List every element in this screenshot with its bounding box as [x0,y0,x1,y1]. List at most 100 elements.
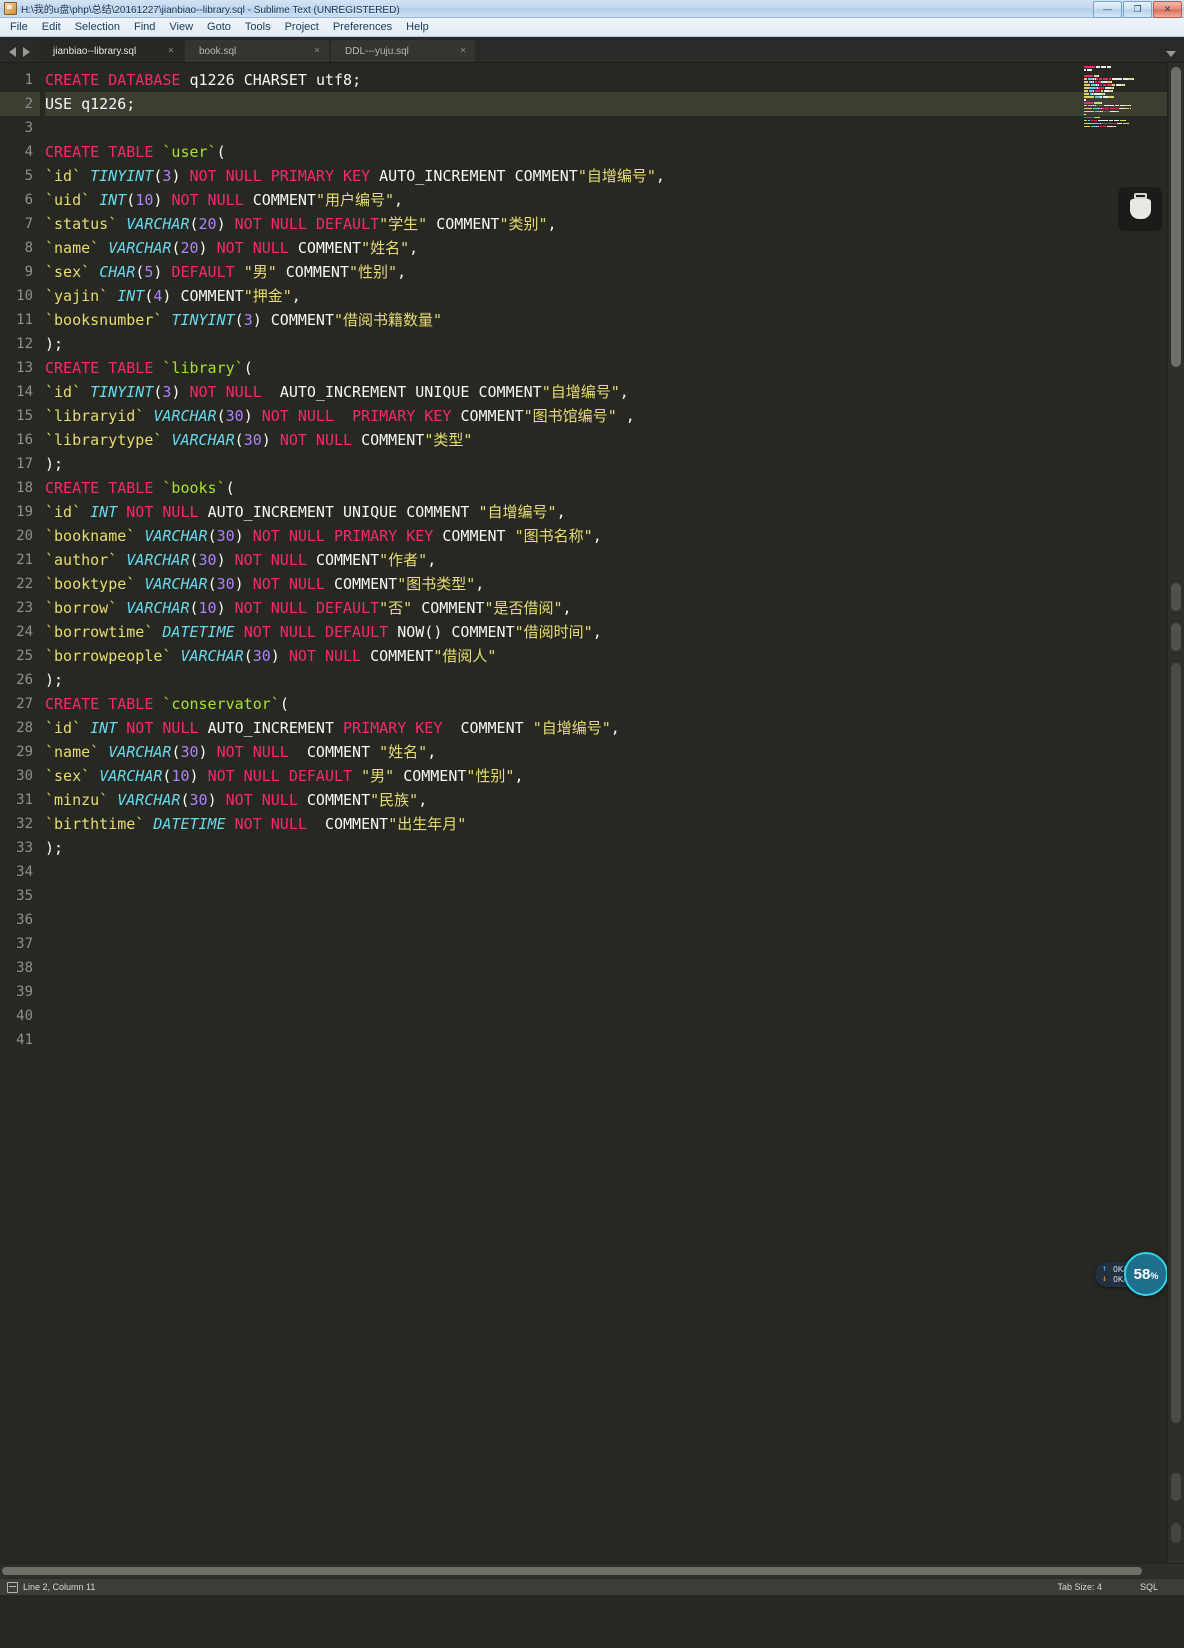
line-number: 11 [16,312,33,328]
menu-find[interactable]: Find [127,20,162,34]
tab-prev-icon[interactable] [9,47,16,57]
app-icon [4,2,17,15]
tab-close-icon[interactable]: × [314,46,320,57]
minimap-token [1132,77,1134,80]
line-number: 28 [16,720,33,736]
code-line: CREATE TABLE `books`( [45,479,235,497]
line-number: 33 [16,840,33,856]
tab-book-sql[interactable]: book.sql × [185,40,329,62]
minimap-token [1090,68,1092,71]
code-line: `borrowpeople` VARCHAR(30) NOT NULL COMM… [45,647,497,665]
network-speed-widget[interactable]: ↑ 0K/s ↓ 0K/s 58% [1094,1252,1168,1296]
minimap-token [1111,80,1112,83]
minimap-line [1084,110,1156,113]
minimap-line [1084,83,1156,86]
code-line: `name` VARCHAR(20) NOT NULL COMMENT"姓名", [45,239,419,257]
minimap-token [1113,86,1114,89]
menu-selection[interactable]: Selection [68,20,127,34]
minimap-token [1127,122,1129,125]
minimap-line [1084,86,1156,89]
minimap-line [1084,74,1156,77]
menu-edit[interactable]: Edit [35,20,68,34]
code-line: `id` TINYINT(3) NOT NULL PRIMARY KEY AUT… [45,167,665,185]
tab-close-icon[interactable]: × [460,46,466,57]
minimap-token [1084,107,1093,110]
cursor-position: Line 2, Column 11 [23,1582,96,1592]
line-number: 37 [16,936,33,952]
minimap-line [1084,72,1156,74]
code-line: `booksnumber` TINYINT(3) COMMENT"借阅书籍数量" [45,311,443,329]
minimap-line [1084,66,1156,68]
minimap-token [1111,77,1123,80]
tab-jianbiao-library-sql[interactable]: jianbiao--library.sql × [39,40,183,62]
minimap-token [1129,104,1131,107]
menu-goto[interactable]: Goto [200,20,238,34]
tab-overflow-chevron-down-icon[interactable] [1166,51,1176,57]
code-content[interactable]: CREATE DATABASE q1226 CHARSET utf8; USE q… [40,68,1184,1052]
line-number: 20 [16,528,33,544]
code-line: ); [45,335,64,353]
line-number: 40 [16,1008,33,1024]
minimap[interactable] [1084,66,1156,128]
code-line: `librarytype` VARCHAR(30) NOT NULL COMME… [45,431,473,449]
line-number: 23 [16,600,33,616]
tab-size-label[interactable]: Tab Size: 4 [1057,1582,1102,1592]
code-line: `yajin` INT(4) COMMENT"押金", [45,287,301,305]
line-number: 14 [16,384,33,400]
tab-ddl-yuju-sql[interactable]: DDL---yuju.sql × [331,40,475,62]
line-number: 16 [16,432,33,448]
minimap-token [1124,119,1126,122]
tab-nav-arrows [0,47,39,62]
line-number: 5 [24,168,33,184]
minimap-token [1111,89,1113,92]
line-number: 10 [16,288,33,304]
line-number: 41 [16,1032,33,1048]
code-line: `bookname` VARCHAR(30) NOT NULL PRIMARY … [45,527,602,545]
vertical-scrollbar-thumb[interactable] [1171,67,1181,367]
code-line: ); [45,671,64,689]
syntax-label[interactable]: SQL [1140,1582,1158,1592]
tab-label: DDL---yuju.sql [345,45,409,57]
download-arrow-icon: ↓ [1101,1273,1108,1284]
code-line: ); [45,839,64,857]
minimap-token [1108,95,1114,98]
minimap-token [1093,101,1101,104]
line-number: 18 [16,480,33,496]
line-number: 32 [16,816,33,832]
line-number: 22 [16,576,33,592]
upload-arrow-icon: ↑ [1101,1263,1108,1274]
line-number: 31 [16,792,33,808]
maximize-button[interactable]: ❐ [1123,1,1152,18]
tab-next-icon[interactable] [23,47,30,57]
minimap-line [1084,113,1156,116]
editor-area[interactable]: 1 2 3 4 5 6 7 8 9 10 11 12 13 14 15 16 17 18 19 20 21 22 23 24 2… [0,63,1184,1578]
tab-close-icon[interactable]: × [168,46,174,57]
vertical-scrollbar[interactable] [1167,63,1184,1578]
code-line: `birthtime` DATETIME NOT NULL COMMENT"出生… [45,815,467,833]
vertical-scrollbar-mark [1171,1473,1181,1501]
line-number: 17 [16,456,33,472]
line-number: 1 [24,72,33,88]
close-button[interactable]: ✕ [1153,1,1182,18]
line-number: 26 [16,672,33,688]
horizontal-scrollbar-thumb[interactable] [2,1567,1142,1575]
minimize-button[interactable]: — [1093,1,1122,18]
menu-tools[interactable]: Tools [238,20,278,34]
sidebar-toggle-icon[interactable] [7,1581,18,1593]
menu-project[interactable]: Project [278,20,326,34]
menu-help[interactable]: Help [399,20,436,34]
menu-view[interactable]: View [162,20,200,34]
memory-usage-badge[interactable]: 58% [1124,1252,1168,1296]
tab-label: book.sql [199,45,237,57]
minimap-line [1084,80,1156,83]
menu-preferences[interactable]: Preferences [326,20,399,34]
menu-file[interactable]: File [3,20,35,34]
minimap-line [1084,89,1156,92]
horizontal-scrollbar[interactable] [0,1563,1184,1578]
